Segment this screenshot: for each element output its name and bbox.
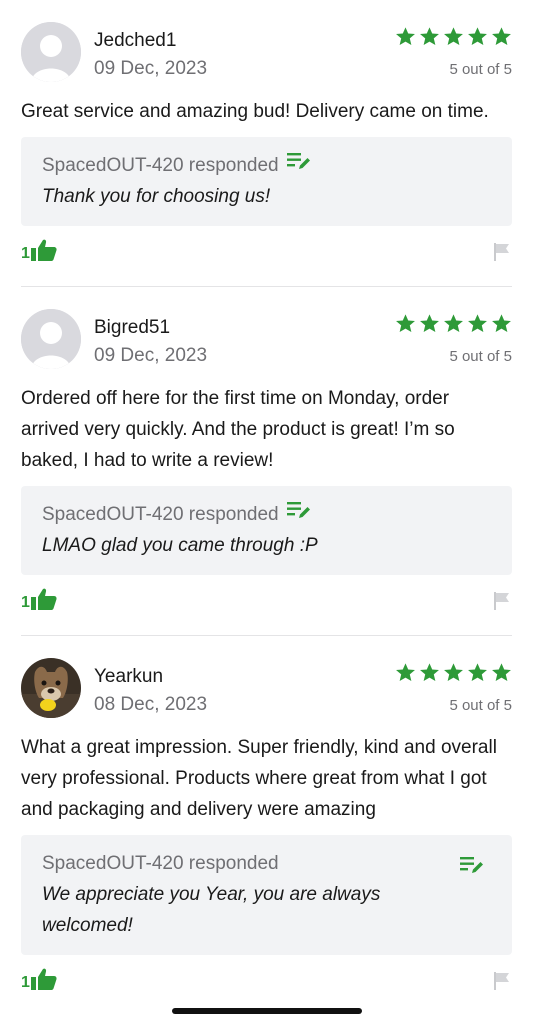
star-icon <box>396 314 415 332</box>
review-card: Jedched1 09 Dec, 2023 5 out of 5 Great s… <box>0 0 533 274</box>
dog-photo-avatar <box>21 658 81 718</box>
star-icon <box>492 314 511 332</box>
rating-text: 5 out of 5 <box>449 61 512 78</box>
response-text: Thank you for choosing us! <box>42 186 271 207</box>
seller-response: SpacedOUT-420 responded LMAO glad you ca… <box>21 486 512 575</box>
star-icon <box>468 314 487 332</box>
review-footer: 1 <box>21 575 512 623</box>
star-icon <box>420 314 439 332</box>
response-edit-icon <box>286 151 311 181</box>
response-edit-icon <box>286 500 311 530</box>
flag-report-icon[interactable] <box>494 592 510 615</box>
seller-response: SpacedOUT-420 responded We appreciate yo… <box>21 835 512 955</box>
reviewer-name: Jedched1 <box>94 30 177 51</box>
rating-text: 5 out of 5 <box>449 348 512 365</box>
home-indicator[interactable] <box>172 1008 362 1014</box>
rating-text: 5 out of 5 <box>449 697 512 714</box>
review-footer: 1 <box>21 226 512 274</box>
star-rating <box>395 26 512 47</box>
star-icon <box>444 663 463 681</box>
star-icon <box>420 663 439 681</box>
reviewer-name: Yearkun <box>94 666 164 687</box>
review-text: Ordered off here for the first time on M… <box>21 388 455 471</box>
star-rating <box>395 313 512 334</box>
star-icon <box>420 27 439 45</box>
review-text: What a great impression. Super friendly,… <box>21 737 497 820</box>
seller-response: SpacedOUT-420 responded Thank you for ch… <box>21 137 512 226</box>
star-icon <box>492 27 511 45</box>
review-header: Jedched1 09 Dec, 2023 5 out of 5 <box>21 0 512 82</box>
response-heading: SpacedOUT-420 responded <box>42 853 279 874</box>
star-icon <box>492 663 511 681</box>
like-button[interactable]: 1 <box>21 587 57 611</box>
response-heading: SpacedOUT-420 responded <box>42 504 279 525</box>
like-button[interactable]: 1 <box>21 238 57 262</box>
thumbs-up-icon <box>30 968 57 990</box>
default-avatar-icon <box>21 22 81 82</box>
review-card: Bigred51 09 Dec, 2023 5 out of 5 Ordered… <box>0 287 533 623</box>
response-text: We appreciate you Year, you are always w… <box>42 884 381 936</box>
response-heading: SpacedOUT-420 responded <box>42 155 279 176</box>
response-text: LMAO glad you came through :P <box>42 535 318 556</box>
response-edit-icon <box>460 855 484 880</box>
review-footer: 1 <box>21 955 512 1003</box>
flag-report-icon[interactable] <box>494 243 510 266</box>
flag-report-icon[interactable] <box>494 972 510 995</box>
star-rating <box>395 662 512 683</box>
like-button[interactable]: 1 <box>21 967 57 991</box>
review-text: Great service and amazing bud! Delivery … <box>21 101 489 122</box>
star-icon <box>444 314 463 332</box>
thumbs-up-icon <box>30 239 57 261</box>
star-icon <box>396 27 415 45</box>
like-count: 1 <box>21 594 30 611</box>
star-icon <box>468 663 487 681</box>
review-date: 09 Dec, 2023 <box>94 345 208 366</box>
star-icon <box>396 663 415 681</box>
review-header: Bigred51 09 Dec, 2023 5 out of 5 <box>21 287 512 369</box>
review-card: Yearkun 08 Dec, 2023 5 out of 5 What a g… <box>0 636 533 1003</box>
like-count: 1 <box>21 974 30 991</box>
star-icon <box>444 27 463 45</box>
reviewer-name: Bigred51 <box>94 317 171 338</box>
default-avatar-icon <box>21 309 81 369</box>
star-icon <box>468 27 487 45</box>
review-date: 09 Dec, 2023 <box>94 58 208 79</box>
review-date: 08 Dec, 2023 <box>94 694 208 715</box>
thumbs-up-icon <box>30 588 57 610</box>
like-count: 1 <box>21 245 30 262</box>
review-header: Yearkun 08 Dec, 2023 5 out of 5 <box>21 636 512 718</box>
